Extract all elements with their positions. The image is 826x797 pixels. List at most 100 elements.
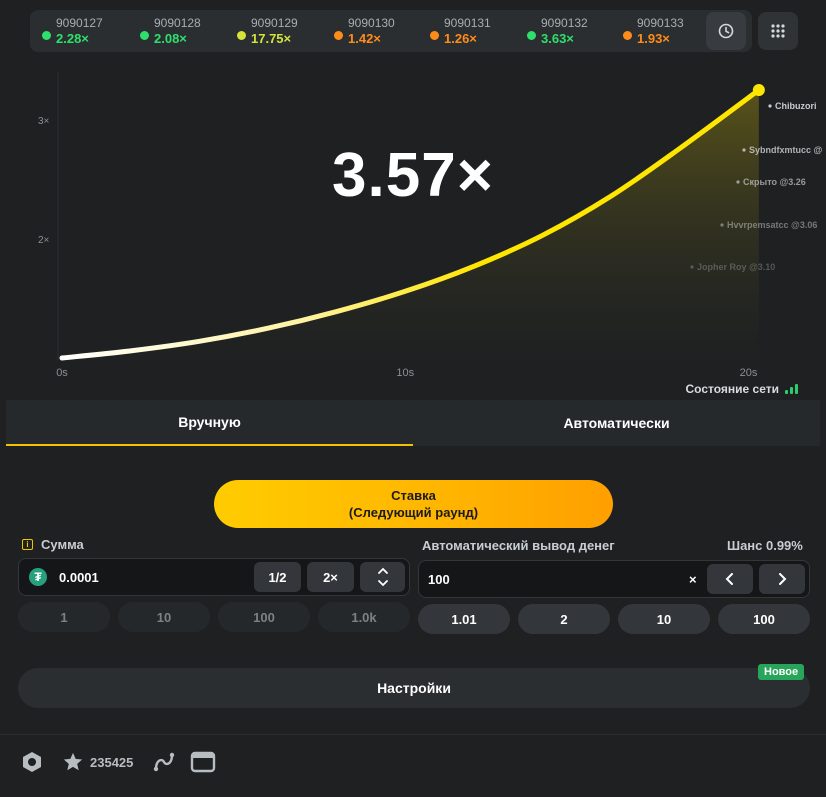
quick-amount-chip[interactable]: 1 (18, 602, 110, 632)
bet-button-sublabel: (Следующий раунд) (348, 505, 479, 520)
current-multiplier: 3.57× (332, 141, 494, 210)
stats-button[interactable] (152, 749, 176, 775)
history-item[interactable]: 9090131 1.26× (430, 14, 520, 48)
round-id: 9090127 (56, 16, 103, 30)
status-dot (430, 31, 439, 40)
settings-button[interactable]: Настройки (18, 668, 810, 708)
tab-auto[interactable]: Автоматически (413, 400, 820, 446)
round-history-bar: 9090127 2.28× 9090128 2.08× 9090129 17.7… (30, 10, 752, 52)
crash-chart: 2× 3× 0s 10s 20s Chibuzori Sybndfxmtucc @ Скр… (0, 60, 826, 400)
place-bet-button[interactable]: Ставка (Следующий раунд) (214, 480, 613, 528)
round-multiplier: 17.75× (251, 31, 292, 46)
x-tick-label: 20s (740, 367, 758, 379)
autocashout-input[interactable]: 100 (428, 572, 450, 587)
history-item[interactable]: 9090132 3.63× (527, 14, 617, 48)
signal-icon (785, 384, 798, 394)
favorites-button[interactable]: 235425 (62, 749, 133, 775)
round-id: 9090131 (444, 16, 491, 30)
cashout-text: Jopher Roy @3.10 (697, 262, 775, 272)
cashout-dot (690, 265, 694, 269)
amount-stepper[interactable] (360, 562, 405, 592)
amount-label-row: i Сумма (22, 537, 84, 552)
grid-dots-icon (771, 24, 785, 38)
increase-autocashout-button[interactable] (759, 564, 805, 594)
network-status: Состояние сети (686, 382, 798, 396)
autocashout-label: Автоматический вывод денег (422, 538, 615, 553)
status-dot (623, 31, 632, 40)
x-tick-label: 10s (396, 367, 414, 379)
round-multiplier: 1.26× (444, 31, 477, 46)
quick-autocashout-chip[interactable]: 10 (618, 604, 710, 634)
info-icon[interactable]: i (22, 539, 33, 550)
tab-manual[interactable]: Вручную (6, 400, 413, 446)
fullscreen-button[interactable] (190, 749, 216, 775)
chart-svg: 2×3× 0s 10s 20s ChibuzoriSybndfxmtucc @Скр… (38, 72, 823, 379)
amount-field: ₮ 0.0001 1/2 2× (18, 558, 410, 596)
history-item[interactable]: 9090128 2.08× (140, 14, 230, 48)
chance-label: Шанс 0.99% (727, 538, 803, 553)
footer-bar: 235425 (0, 734, 826, 791)
round-multiplier: 1.93× (637, 31, 670, 46)
fairness-button[interactable] (20, 749, 44, 775)
bet-button-label: Ставка (391, 488, 436, 503)
status-dot (334, 31, 343, 40)
round-id: 9090130 (348, 16, 395, 30)
cashout-dot (720, 223, 724, 227)
history-item[interactable]: 9090129 17.75× (237, 14, 327, 48)
history-item[interactable]: 9090130 1.42× (334, 14, 424, 48)
quick-autocashout-chip[interactable]: 1.01 (418, 604, 510, 634)
double-amount-button[interactable]: 2× (307, 562, 354, 592)
history-item[interactable]: 9090133 1.93× (623, 14, 713, 48)
history-item[interactable]: 9090127 2.28× (42, 14, 132, 48)
status-dot (237, 31, 246, 40)
network-status-label: Состояние сети (685, 382, 779, 396)
star-icon (63, 752, 83, 771)
quick-amount-chip[interactable]: 10 (118, 602, 210, 632)
amount-input[interactable]: 0.0001 (59, 570, 99, 585)
cashout-text: Hvvrpemsatcc @3.06 (727, 220, 817, 230)
new-badge: Новое (758, 664, 805, 680)
multiplier-suffix: × (689, 572, 697, 587)
favorites-count: 235425 (90, 754, 134, 770)
quick-autocashout-chip[interactable]: 2 (518, 604, 610, 634)
cashout-text: Chibuzori (775, 101, 817, 111)
window-icon (190, 751, 216, 773)
round-multiplier: 1.42× (348, 31, 381, 46)
tether-icon: ₮ (29, 568, 47, 586)
x-tick-label: 0s (56, 367, 68, 379)
bet-mode-tabs: Вручную Автоматически (6, 400, 820, 446)
chevron-up-down-icon (377, 567, 388, 587)
curve-area (62, 90, 759, 360)
half-amount-button[interactable]: 1/2 (254, 562, 301, 592)
status-dot (140, 31, 149, 40)
cashout-label: Jopher Roy @3.10 (690, 262, 775, 272)
status-dot (42, 31, 51, 40)
amount-label: Сумма (41, 537, 84, 552)
status-dot (527, 31, 536, 40)
round-id: 9090133 (637, 16, 684, 30)
round-id: 9090132 (541, 16, 588, 30)
history-button[interactable] (706, 12, 746, 50)
y-tick-label: 2× (38, 235, 50, 246)
quick-amount-chip[interactable]: 100 (218, 602, 310, 632)
quick-autocashout-chip[interactable]: 100 (718, 604, 810, 634)
quick-amount-chip[interactable]: 1.0k (318, 602, 410, 632)
cashout-label: Chibuzori (768, 101, 817, 111)
chevron-left-icon (725, 573, 733, 585)
round-multiplier: 2.28× (56, 31, 89, 46)
cashout-label: Hvvrpemsatcc @3.06 (720, 220, 817, 230)
route-icon (153, 752, 175, 772)
round-multiplier: 2.08× (154, 31, 187, 46)
autocashout-field: 100 × (418, 560, 810, 598)
y-tick-label: 3× (38, 116, 50, 127)
decrease-autocashout-button[interactable] (707, 564, 753, 594)
round-id: 9090128 (154, 16, 201, 30)
hexagon-icon (23, 752, 41, 772)
round-multiplier: 3.63× (541, 31, 574, 46)
round-id: 9090129 (251, 16, 298, 30)
menu-grid-button[interactable] (758, 12, 798, 50)
cashout-dot (768, 104, 772, 108)
chevron-right-icon (779, 573, 787, 585)
clock-icon (718, 23, 734, 39)
curve-head-dot (752, 84, 765, 96)
